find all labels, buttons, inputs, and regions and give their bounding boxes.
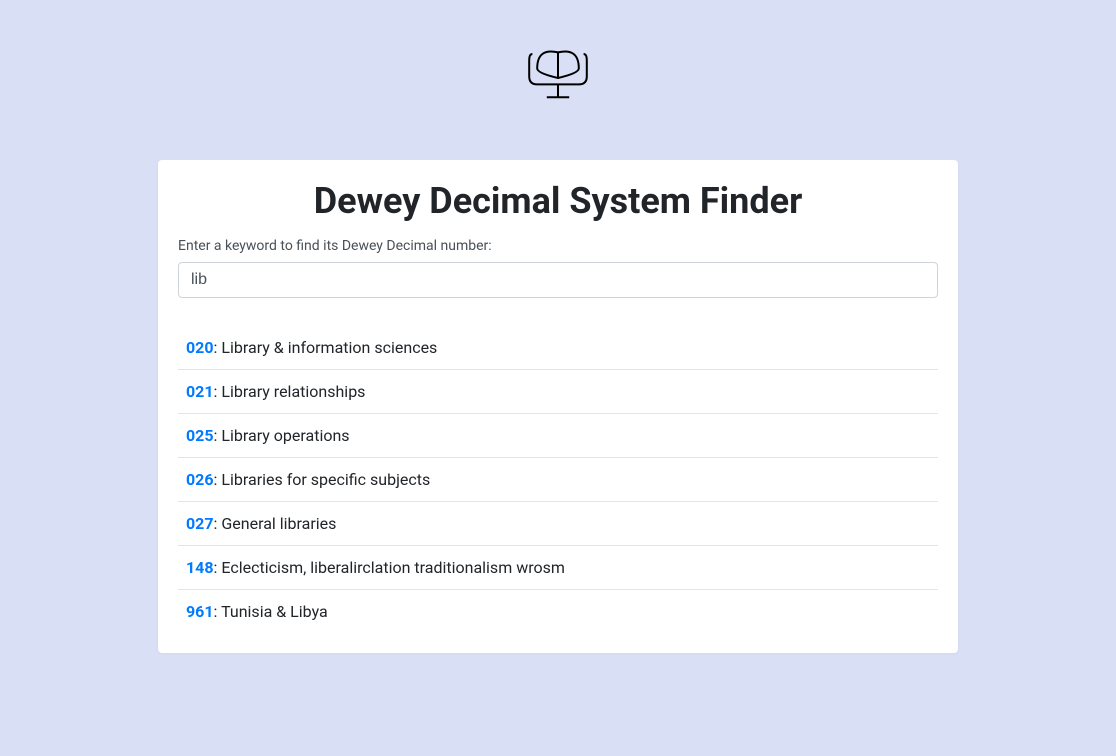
logo-container bbox=[0, 30, 1116, 110]
result-text: : Eclecticism, liberalirclation traditio… bbox=[214, 558, 565, 577]
result-number: 148 bbox=[186, 558, 214, 577]
result-item[interactable]: 020: Library & information sciences bbox=[178, 326, 938, 370]
keyword-input[interactable] bbox=[178, 262, 938, 298]
result-number: 961 bbox=[186, 602, 214, 621]
result-text: : Library relationships bbox=[214, 382, 366, 401]
results-list: 020: Library & information sciences021: … bbox=[178, 326, 938, 633]
result-item[interactable]: 027: General libraries bbox=[178, 502, 938, 546]
result-number: 025 bbox=[186, 426, 214, 445]
result-text: : General libraries bbox=[214, 514, 337, 533]
result-text: : Library & information sciences bbox=[214, 338, 438, 357]
input-label: Enter a keyword to find its Dewey Decima… bbox=[178, 238, 938, 254]
result-item[interactable]: 148: Eclecticism, liberalirclation tradi… bbox=[178, 546, 938, 590]
result-text: : Libraries for specific subjects bbox=[214, 470, 431, 489]
result-item[interactable]: 961: Tunisia & Libya bbox=[178, 590, 938, 633]
finder-card: Dewey Decimal System Finder Enter a keyw… bbox=[158, 160, 958, 653]
result-number: 020 bbox=[186, 338, 214, 357]
result-item[interactable]: 025: Library operations bbox=[178, 414, 938, 458]
page-title: Dewey Decimal System Finder bbox=[178, 180, 938, 222]
result-text: : Tunisia & Libya bbox=[214, 602, 328, 621]
book-stand-icon bbox=[518, 30, 598, 110]
result-number: 027 bbox=[186, 514, 214, 533]
result-number: 026 bbox=[186, 470, 214, 489]
result-item[interactable]: 021: Library relationships bbox=[178, 370, 938, 414]
result-number: 021 bbox=[186, 382, 214, 401]
result-text: : Library operations bbox=[214, 426, 350, 445]
result-item[interactable]: 026: Libraries for specific subjects bbox=[178, 458, 938, 502]
